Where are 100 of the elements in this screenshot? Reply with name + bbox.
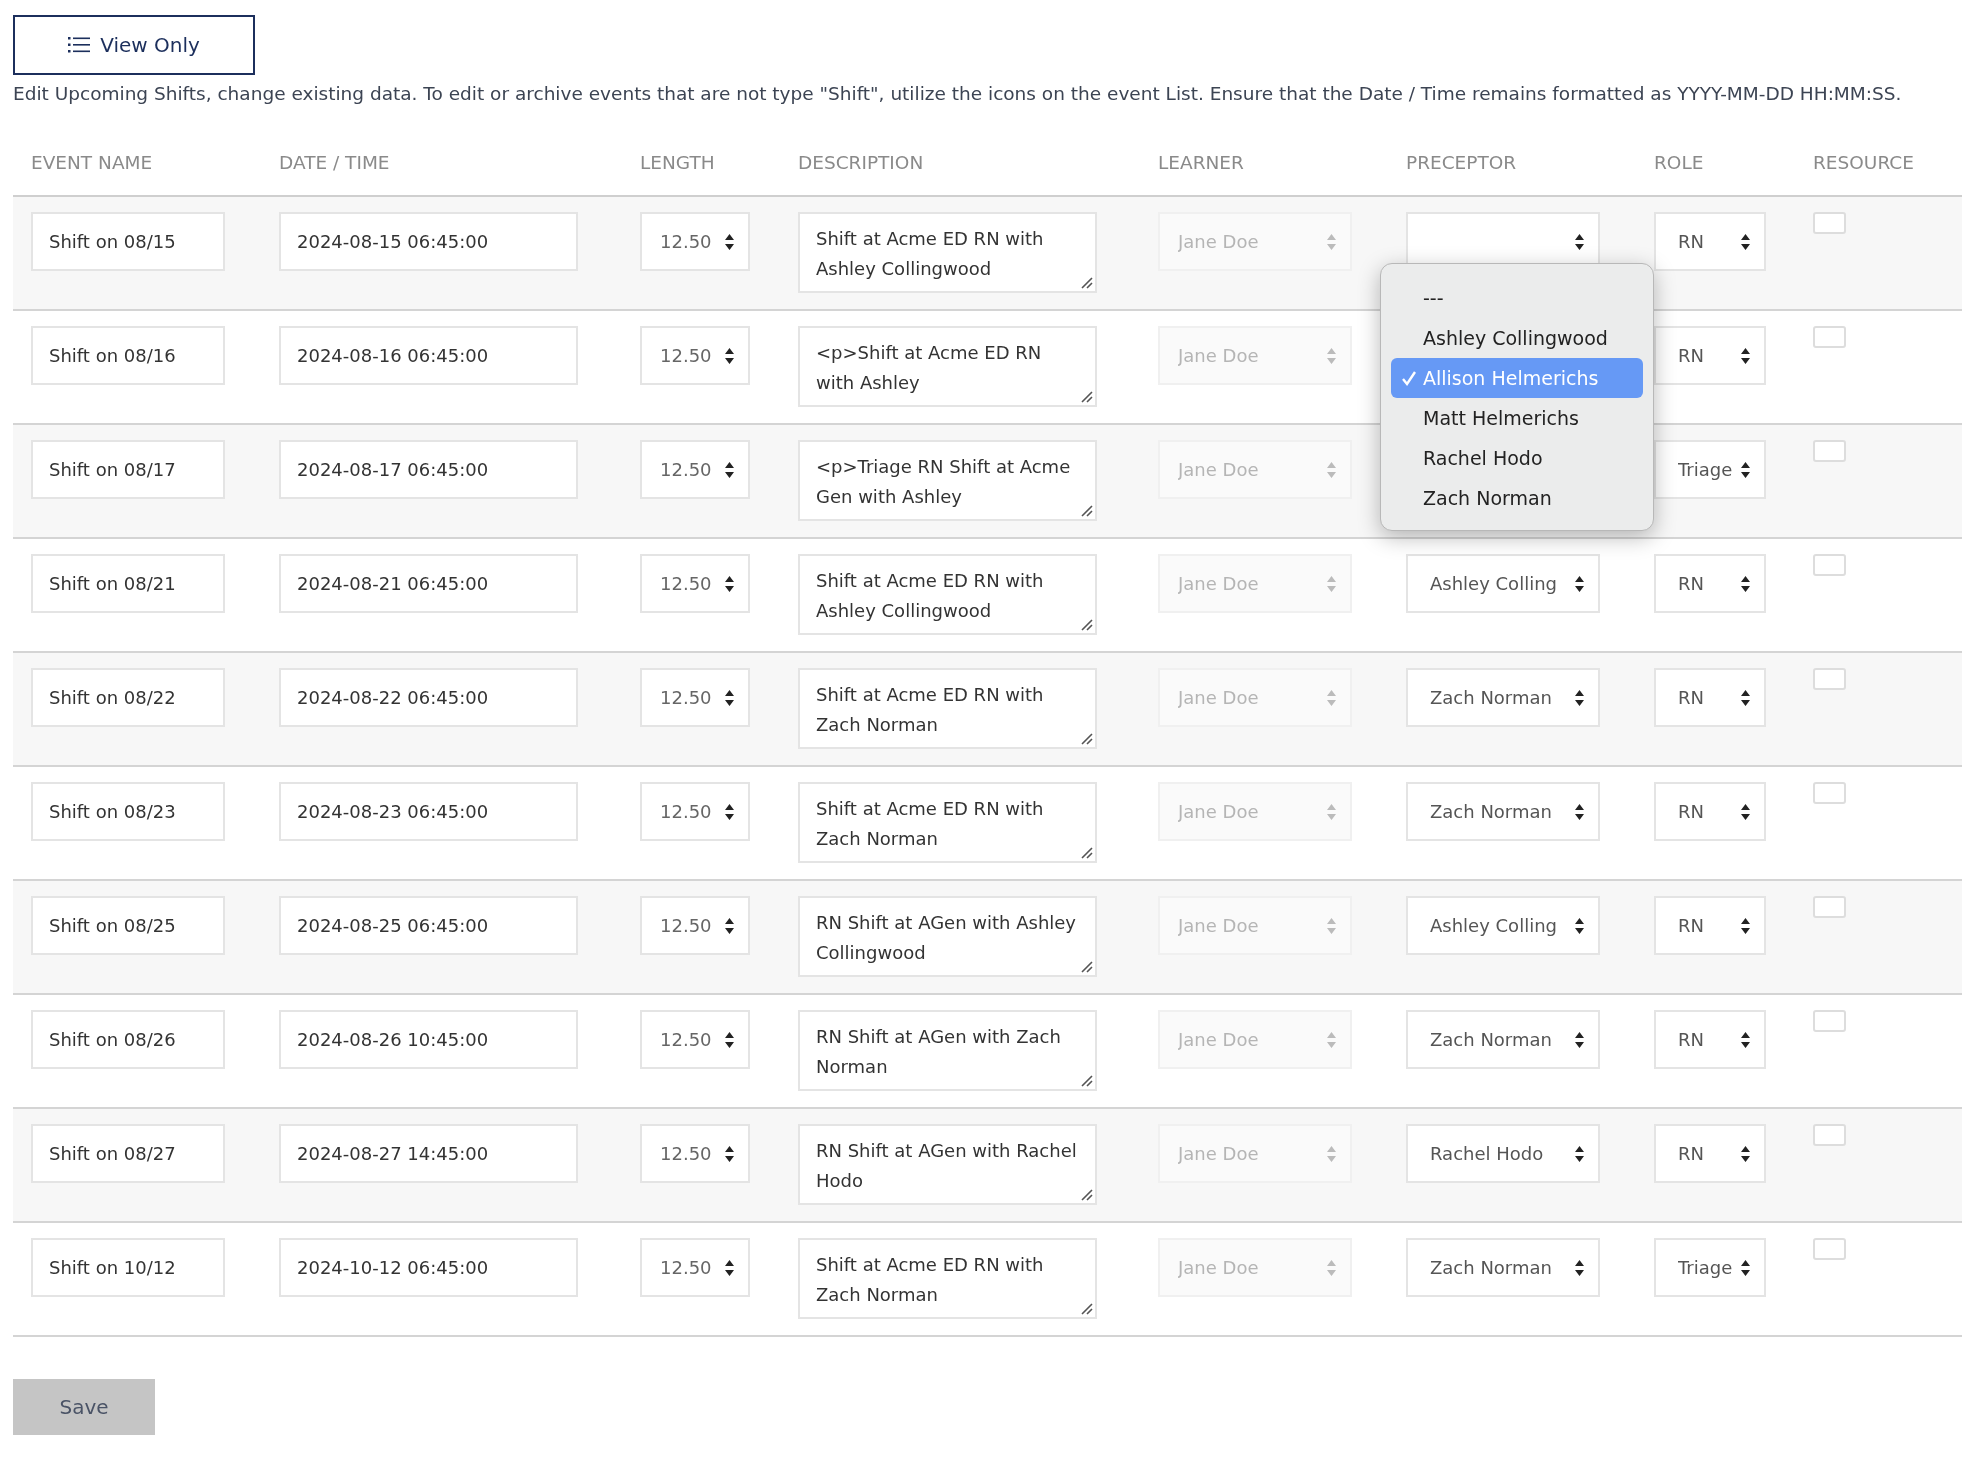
date-time-field[interactable]: 2024-08-26 10:45:00 — [279, 1010, 578, 1069]
resource-checkbox[interactable] — [1813, 668, 1846, 690]
resource-checkbox[interactable] — [1813, 1238, 1846, 1260]
updown-arrows-icon — [1327, 347, 1336, 364]
length-select[interactable]: 12.50 — [640, 1238, 750, 1297]
event-name-field[interactable]: Shift on 08/17 — [31, 440, 225, 499]
resource-checkbox[interactable] — [1813, 1010, 1846, 1032]
list-icon — [68, 36, 91, 54]
role-select[interactable]: Triage — [1654, 440, 1766, 499]
updown-arrows-icon — [1575, 1259, 1584, 1276]
event-name-field[interactable]: Shift on 08/26 — [31, 1010, 225, 1069]
menu-option[interactable]: Ashley Collingwood — [1391, 318, 1643, 358]
save-button[interactable]: Save — [13, 1379, 155, 1435]
updown-arrows-icon — [725, 461, 734, 478]
event-name-field[interactable]: Shift on 08/22 — [31, 668, 225, 727]
role-select[interactable]: Triage — [1654, 1238, 1766, 1297]
updown-arrows-icon — [1327, 1145, 1336, 1162]
date-time-field[interactable]: 2024-08-15 06:45:00 — [279, 212, 578, 271]
resize-grip-icon — [1081, 1075, 1093, 1087]
date-time-field[interactable]: 2024-08-27 14:45:00 — [279, 1124, 578, 1183]
updown-arrows-icon — [1327, 233, 1336, 250]
role-select[interactable]: RN — [1654, 554, 1766, 613]
updown-arrows-icon — [725, 347, 734, 364]
length-select[interactable]: 12.50 — [640, 440, 750, 499]
menu-option[interactable]: Rachel Hodo — [1391, 438, 1643, 478]
description-field[interactable]: RN Shift at AGen with Ashley Collingwood — [798, 896, 1097, 977]
role-select[interactable]: RN — [1654, 896, 1766, 955]
date-time-field[interactable]: 2024-10-12 06:45:00 — [279, 1238, 578, 1297]
updown-arrows-icon — [725, 575, 734, 592]
event-name-field[interactable]: Shift on 10/12 — [31, 1238, 225, 1297]
resource-checkbox[interactable] — [1813, 554, 1846, 576]
role-select[interactable]: RN — [1654, 782, 1766, 841]
resource-checkbox[interactable] — [1813, 896, 1846, 918]
event-name-field[interactable]: Shift on 08/23 — [31, 782, 225, 841]
date-time-field[interactable]: 2024-08-16 06:45:00 — [279, 326, 578, 385]
event-name-field[interactable]: Shift on 08/16 — [31, 326, 225, 385]
preceptor-select[interactable]: Ashley Colling — [1406, 554, 1600, 613]
description-field[interactable]: <p>Triage RN Shift at Acme Gen with Ashley — [798, 440, 1097, 521]
description-field[interactable]: <p>Shift at Acme ED RN with Ashley — [798, 326, 1097, 407]
length-select[interactable]: 12.50 — [640, 212, 750, 271]
column-header: RESOURCE — [1813, 151, 1914, 173]
event-name-field[interactable]: Shift on 08/15 — [31, 212, 225, 271]
updown-arrows-icon — [1575, 575, 1584, 592]
date-time-field[interactable]: 2024-08-21 06:45:00 — [279, 554, 578, 613]
resource-checkbox[interactable] — [1813, 1124, 1846, 1146]
date-time-field[interactable]: 2024-08-22 06:45:00 — [279, 668, 578, 727]
length-select[interactable]: 12.50 — [640, 668, 750, 727]
description-field[interactable]: RN Shift at AGen with Zach Norman — [798, 1010, 1097, 1091]
updown-arrows-icon — [1327, 803, 1336, 820]
resize-grip-icon — [1081, 1189, 1093, 1201]
length-select[interactable]: 12.50 — [640, 782, 750, 841]
role-select[interactable]: RN — [1654, 326, 1766, 385]
description-field[interactable]: Shift at Acme ED RN with Ashley Collingwood — [798, 212, 1097, 293]
preceptor-select[interactable]: Zach Norman — [1406, 782, 1600, 841]
updown-arrows-icon — [1741, 347, 1750, 364]
event-name-field[interactable]: Shift on 08/21 — [31, 554, 225, 613]
resource-checkbox[interactable] — [1813, 326, 1846, 348]
description-field[interactable]: Shift at Acme ED RN with Zach Norman — [798, 1238, 1097, 1319]
menu-option[interactable]: --- — [1391, 278, 1643, 318]
preceptor-select[interactable]: Ashley Colling — [1406, 896, 1600, 955]
event-name-field[interactable]: Shift on 08/25 — [31, 896, 225, 955]
length-select[interactable]: 12.50 — [640, 896, 750, 955]
menu-option[interactable]: Zach Norman — [1391, 478, 1643, 518]
length-select[interactable]: 12.50 — [640, 1010, 750, 1069]
updown-arrows-icon — [1741, 575, 1750, 592]
column-header: EVENT NAME — [31, 151, 153, 173]
column-header: LEARNER — [1158, 151, 1244, 173]
menu-option[interactable]: Matt Helmerichs — [1391, 398, 1643, 438]
role-select[interactable]: RN — [1654, 668, 1766, 727]
length-select[interactable]: 12.50 — [640, 326, 750, 385]
resource-checkbox[interactable] — [1813, 782, 1846, 804]
resize-grip-icon — [1081, 733, 1093, 745]
preceptor-select[interactable]: Zach Norman — [1406, 1010, 1600, 1069]
role-select[interactable]: RN — [1654, 1010, 1766, 1069]
preceptor-select[interactable]: Zach Norman — [1406, 1238, 1600, 1297]
role-select[interactable]: RN — [1654, 212, 1766, 271]
updown-arrows-icon — [1575, 917, 1584, 934]
date-time-field[interactable]: 2024-08-25 06:45:00 — [279, 896, 578, 955]
event-name-field[interactable]: Shift on 08/27 — [31, 1124, 225, 1183]
column-header: DATE / TIME — [279, 151, 390, 173]
description-field[interactable]: Shift at Acme ED RN with Zach Norman — [798, 782, 1097, 863]
description-field[interactable]: RN Shift at AGen with Rachel Hodo — [798, 1124, 1097, 1205]
column-header: ROLE — [1654, 151, 1704, 173]
preceptor-select[interactable]: Rachel Hodo — [1406, 1124, 1600, 1183]
view-only-button[interactable]: View Only — [13, 15, 255, 75]
resource-checkbox[interactable] — [1813, 212, 1846, 234]
resource-checkbox[interactable] — [1813, 440, 1846, 462]
length-select[interactable]: 12.50 — [640, 554, 750, 613]
updown-arrows-icon — [725, 803, 734, 820]
updown-arrows-icon — [725, 233, 734, 250]
updown-arrows-icon — [1327, 1259, 1336, 1276]
date-time-field[interactable]: 2024-08-17 06:45:00 — [279, 440, 578, 499]
date-time-field[interactable]: 2024-08-23 06:45:00 — [279, 782, 578, 841]
description-field[interactable]: Shift at Acme ED RN with Zach Norman — [798, 668, 1097, 749]
description-field[interactable]: Shift at Acme ED RN with Ashley Collingwood — [798, 554, 1097, 635]
updown-arrows-icon — [725, 1031, 734, 1048]
preceptor-select[interactable]: Zach Norman — [1406, 668, 1600, 727]
updown-arrows-icon — [725, 689, 734, 706]
role-select[interactable]: RN — [1654, 1124, 1766, 1183]
length-select[interactable]: 12.50 — [640, 1124, 750, 1183]
